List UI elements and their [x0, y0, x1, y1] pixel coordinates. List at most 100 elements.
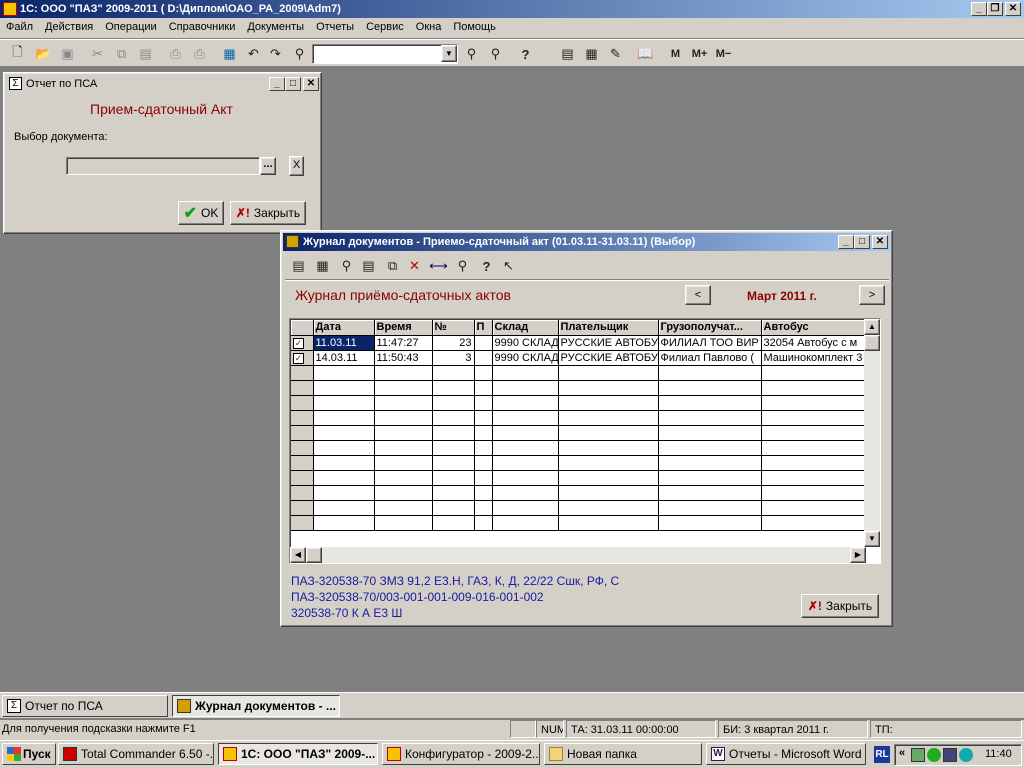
- menu-reports[interactable]: Отчеты: [310, 18, 360, 36]
- new-row-icon[interactable]: ▤: [287, 255, 310, 277]
- col-time[interactable]: Время: [374, 320, 433, 336]
- undo-icon[interactable]: ↶: [242, 43, 265, 65]
- grid-vscrollbar[interactable]: ▲ ▼: [864, 319, 880, 547]
- menu-windows[interactable]: Окна: [410, 18, 448, 36]
- psa-close-button[interactable]: ✕: [303, 77, 319, 91]
- find-next-icon[interactable]: ⚲: [460, 43, 483, 65]
- binoculars-icon[interactable]: ⚲: [451, 255, 474, 277]
- edit-row-icon[interactable]: ▦: [311, 255, 334, 277]
- paste-icon[interactable]: ▤: [134, 43, 157, 65]
- scroll-thumb[interactable]: [864, 335, 880, 351]
- language-indicator[interactable]: RL: [874, 746, 890, 763]
- insert-row-icon[interactable]: ▤: [357, 255, 380, 277]
- memory-m-button[interactable]: M: [664, 43, 687, 65]
- app-title-bar[interactable]: 1С: ООО "ПАЗ" 2009-2011 ( D:\Диплом\ОАО_…: [0, 0, 1024, 18]
- journal-close-button[interactable]: ✕: [872, 235, 888, 249]
- grid-hscrollbar[interactable]: ◀ ▶: [290, 547, 866, 563]
- taskbar-item-word[interactable]: W Отчеты - Microsoft Word: [706, 743, 866, 765]
- col-consignee[interactable]: Грузополучат...: [658, 320, 762, 336]
- memory-plus-button[interactable]: M+: [688, 43, 711, 65]
- window-tab-psa[interactable]: Σ Отчет по ПСА: [2, 695, 168, 717]
- search-combobox[interactable]: ▼: [312, 44, 458, 64]
- table-row[interactable]: ✓ 11.03.11 11:47:27 23 9990 СКЛАД РУССКИ…: [291, 335, 868, 351]
- interval-icon[interactable]: ⟷: [427, 255, 450, 277]
- menu-file[interactable]: Файл: [0, 18, 39, 36]
- psa-browse-button[interactable]: ...: [260, 157, 276, 175]
- scroll-left-icon[interactable]: ◀: [290, 547, 306, 563]
- book-icon[interactable]: 📖: [634, 43, 657, 65]
- find-binoculars-icon[interactable]: ⚲: [288, 43, 311, 65]
- taskbar-item-folder[interactable]: Новая папка: [544, 743, 702, 765]
- journal-maximize-button[interactable]: □: [854, 235, 870, 249]
- period-next-button[interactable]: >: [859, 285, 885, 305]
- journal-minimize-button[interactable]: _: [838, 235, 854, 249]
- print-preview-icon[interactable]: ⎙: [188, 43, 211, 65]
- col-payer[interactable]: Плательщик: [558, 320, 659, 336]
- taskbar-item-total-commander[interactable]: Total Commander 6.50 -...: [58, 743, 214, 765]
- print-icon[interactable]: ⎙: [164, 43, 187, 65]
- window-tab-journal[interactable]: Журнал документов - ...: [172, 695, 340, 717]
- menu-actions[interactable]: Действия: [39, 18, 99, 36]
- combobox-dropdown-icon[interactable]: ▼: [441, 45, 457, 62]
- find-prev-icon[interactable]: ⚲: [484, 43, 507, 65]
- journal-close-action-button[interactable]: ✗! Закрыть: [801, 594, 879, 618]
- psa-title-bar[interactable]: Σ Отчет по ПСА _ □ ✕: [6, 75, 319, 93]
- col-posted[interactable]: П: [474, 320, 493, 336]
- tray-antivirus-icon[interactable]: [927, 748, 941, 762]
- taskbar-item-configurator[interactable]: Конфигуратор - 2009-2...: [382, 743, 540, 765]
- clock[interactable]: 11:40: [985, 748, 1012, 760]
- table-row[interactable]: ✓ 14.03.11 11:50:43 3 9990 СКЛАД РУССКИЕ…: [291, 350, 868, 366]
- psa-close-action-button[interactable]: ✗! Закрыть: [230, 201, 306, 225]
- psa-minimize-button[interactable]: _: [269, 77, 285, 91]
- scroll-down-icon[interactable]: ▼: [864, 531, 880, 547]
- psa-doc-field[interactable]: [66, 157, 260, 175]
- copy-icon[interactable]: ⧉: [110, 43, 133, 65]
- menu-help[interactable]: Помощь: [447, 18, 502, 36]
- delete-row-icon[interactable]: ✕: [403, 255, 426, 277]
- tray-expand-icon[interactable]: «: [899, 747, 905, 759]
- col-warehouse[interactable]: Склад: [492, 320, 559, 336]
- psa-ok-button[interactable]: ✔ OK: [178, 201, 224, 225]
- find-doc-icon[interactable]: ⚲: [335, 255, 358, 277]
- calendar-icon[interactable]: ▦: [580, 43, 603, 65]
- pointer-help-icon[interactable]: ↖: [497, 255, 520, 277]
- empty-row: [291, 500, 868, 516]
- minimize-button[interactable]: _: [971, 2, 987, 16]
- calculator-icon[interactable]: ▦: [218, 43, 241, 65]
- journal-title-bar[interactable]: Журнал документов - Приемо-сдаточный акт…: [283, 233, 890, 251]
- edit-text-icon[interactable]: ✎: [604, 43, 627, 65]
- scroll-right-icon[interactable]: ▶: [850, 547, 866, 563]
- psa-maximize-button[interactable]: □: [285, 77, 301, 91]
- restore-button[interactable]: ❐: [987, 2, 1003, 16]
- help-icon[interactable]: ?: [475, 255, 498, 277]
- tray-display-icon[interactable]: [943, 748, 957, 762]
- period-prev-button[interactable]: <: [685, 285, 711, 305]
- row-posted: [474, 335, 493, 351]
- taskbar-item-1c[interactable]: 1С: ООО "ПАЗ" 2009-...: [218, 743, 378, 765]
- new-document-icon[interactable]: 🗋: [6, 43, 29, 65]
- open-folder-icon[interactable]: 📂: [32, 43, 55, 65]
- hscroll-thumb[interactable]: [306, 547, 322, 563]
- memory-minus-button[interactable]: M−: [712, 43, 735, 65]
- col-number[interactable]: №: [432, 320, 475, 336]
- copy-row-icon[interactable]: ⧉: [381, 255, 404, 277]
- save-icon[interactable]: ▣: [56, 43, 79, 65]
- start-button[interactable]: Пуск: [2, 743, 56, 765]
- col-bus[interactable]: Автобус: [761, 320, 868, 336]
- redo-icon[interactable]: ↷: [264, 43, 287, 65]
- close-button[interactable]: ✕: [1005, 2, 1021, 16]
- tray-eye-icon[interactable]: [959, 748, 973, 762]
- calc-table-icon[interactable]: ▤: [556, 43, 579, 65]
- scroll-up-icon[interactable]: ▲: [864, 319, 880, 335]
- empty-cell: [374, 455, 433, 471]
- psa-clear-button[interactable]: X: [289, 156, 304, 176]
- menu-service[interactable]: Сервис: [360, 18, 410, 36]
- menu-references[interactable]: Справочники: [163, 18, 242, 36]
- empty-cell: [492, 410, 559, 426]
- cut-icon[interactable]: ✂: [86, 43, 109, 65]
- menu-documents[interactable]: Документы: [241, 18, 310, 36]
- col-date[interactable]: Дата: [313, 320, 375, 336]
- menu-operations[interactable]: Операции: [99, 18, 162, 36]
- help-question-icon[interactable]: ?: [514, 43, 537, 65]
- tray-network-icon[interactable]: [911, 748, 925, 762]
